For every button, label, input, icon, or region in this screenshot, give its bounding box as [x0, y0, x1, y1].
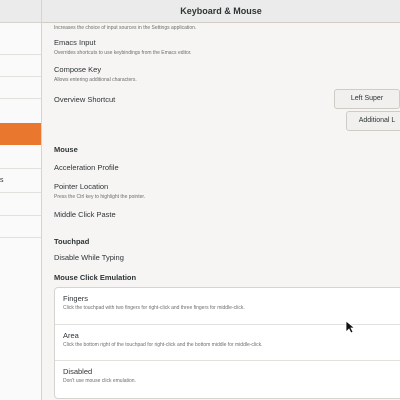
- touchpad-section-title: Touchpad: [54, 237, 90, 246]
- emulation-option-fingers[interactable]: Fingers Click the touchpad with two fing…: [55, 288, 400, 324]
- page-title: Keyboard & Mouse: [180, 6, 262, 16]
- header-bar: Keyboard & Mouse: [42, 0, 400, 23]
- option-description: Click the bottom right of the touchpad f…: [63, 342, 263, 348]
- pointer-location-description: Press the Ctrl key to highlight the poin…: [54, 194, 146, 200]
- sidebar-divider: [0, 54, 41, 55]
- input-sources-description: Increases the choice of input sources in…: [54, 25, 197, 31]
- acceleration-profile-label[interactable]: Acceleration Profile: [54, 163, 119, 172]
- emacs-input-title[interactable]: Emacs Input: [54, 38, 96, 47]
- sidebar-item-label-fragment: s: [0, 177, 4, 184]
- middle-click-paste-label[interactable]: Middle Click Paste: [54, 210, 116, 219]
- compose-key-description: Allows entering additional characters.: [54, 77, 137, 83]
- pointer-location-title[interactable]: Pointer Location: [54, 182, 108, 191]
- option-title: Disabled: [63, 367, 93, 376]
- mouse-click-emulation-title: Mouse Click Emulation: [54, 273, 137, 282]
- sidebar-item-keyboard-mouse[interactable]: [0, 123, 41, 145]
- sidebar-divider: [0, 98, 41, 99]
- sidebar-divider: [0, 215, 41, 216]
- mouse-section-title: Mouse: [54, 145, 78, 154]
- option-description: Click the touchpad with two fingers for …: [63, 305, 245, 311]
- click-emulation-options: Fingers Click the touchpad with two fing…: [54, 287, 400, 399]
- disable-while-typing-label[interactable]: Disable While Typing: [54, 253, 124, 262]
- option-title: Area: [63, 331, 79, 340]
- sidebar-item[interactable]: s: [0, 170, 41, 192]
- option-title: Fingers: [63, 294, 89, 303]
- overview-shortcut-label: Overview Shortcut: [54, 95, 116, 104]
- sidebar-divider: [0, 192, 41, 193]
- sidebar-divider: [0, 76, 41, 77]
- settings-content[interactable]: Increases the choice of input sources in…: [42, 23, 400, 400]
- mouse-pointer-icon: [345, 320, 355, 334]
- sidebar-divider: [0, 237, 41, 238]
- sidebar-divider: [0, 168, 41, 169]
- sidebar: s: [0, 0, 42, 400]
- overview-shortcut-button[interactable]: Left Super: [334, 89, 400, 109]
- compose-key-title[interactable]: Compose Key: [54, 65, 101, 74]
- additional-layout-button[interactable]: Additional L: [346, 111, 400, 131]
- emacs-input-description: Overrides shortcuts to use keybindings f…: [54, 50, 192, 56]
- emulation-option-disabled[interactable]: Disabled Don't use mouse click emulation…: [55, 360, 400, 397]
- option-description: Don't use mouse click emulation.: [63, 378, 136, 384]
- sidebar-header: [0, 0, 41, 23]
